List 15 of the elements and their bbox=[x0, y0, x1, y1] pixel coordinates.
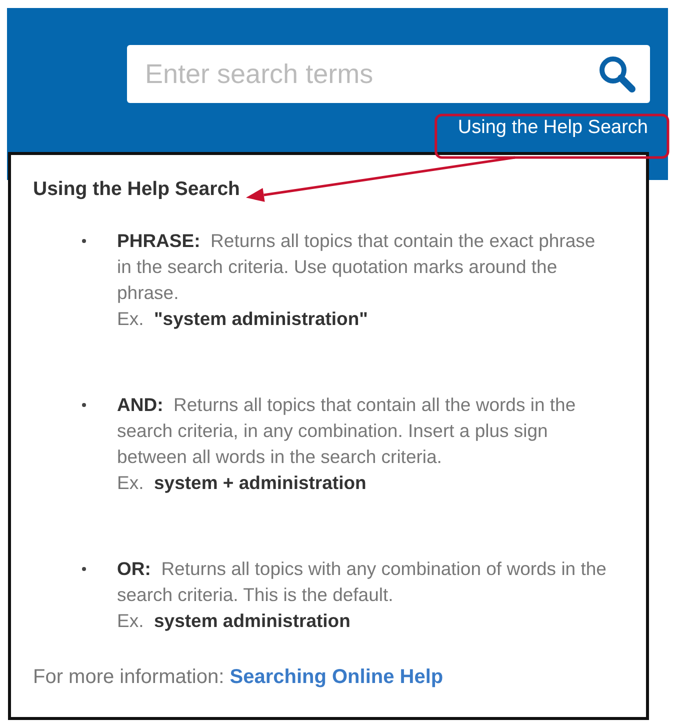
help-link[interactable]: Searching Online Help bbox=[230, 666, 444, 688]
bullet-icon bbox=[82, 403, 86, 408]
panel-title: Using the Help Search bbox=[33, 177, 240, 202]
operator-description: OR: Returns all topics with any combination of words in the search criteria. This is the default. bbox=[117, 557, 608, 608]
operator-description: PHRASE: Returns all topics that contain the exact phrase in the search criteria. Use quotation marks around the phrase. bbox=[117, 229, 596, 306]
bullet-icon bbox=[82, 239, 86, 244]
search-field[interactable]: Enter search terms bbox=[127, 45, 650, 103]
example-text: Ex. system + administration bbox=[117, 471, 368, 496]
example-text: Ex. "system administration" bbox=[117, 307, 369, 332]
operator-description: AND: Returns all topics that contain all the words in the search criteria, in any combination. Insert a plus sign between all words in the search criteria. bbox=[117, 393, 577, 470]
help-link[interactable]: Using the Help Search bbox=[458, 114, 648, 142]
example-text: Ex. system administration bbox=[117, 609, 352, 634]
bullet-icon bbox=[82, 567, 86, 572]
footer-text: For more information: bbox=[33, 666, 226, 688]
search-icon[interactable] bbox=[598, 55, 636, 93]
